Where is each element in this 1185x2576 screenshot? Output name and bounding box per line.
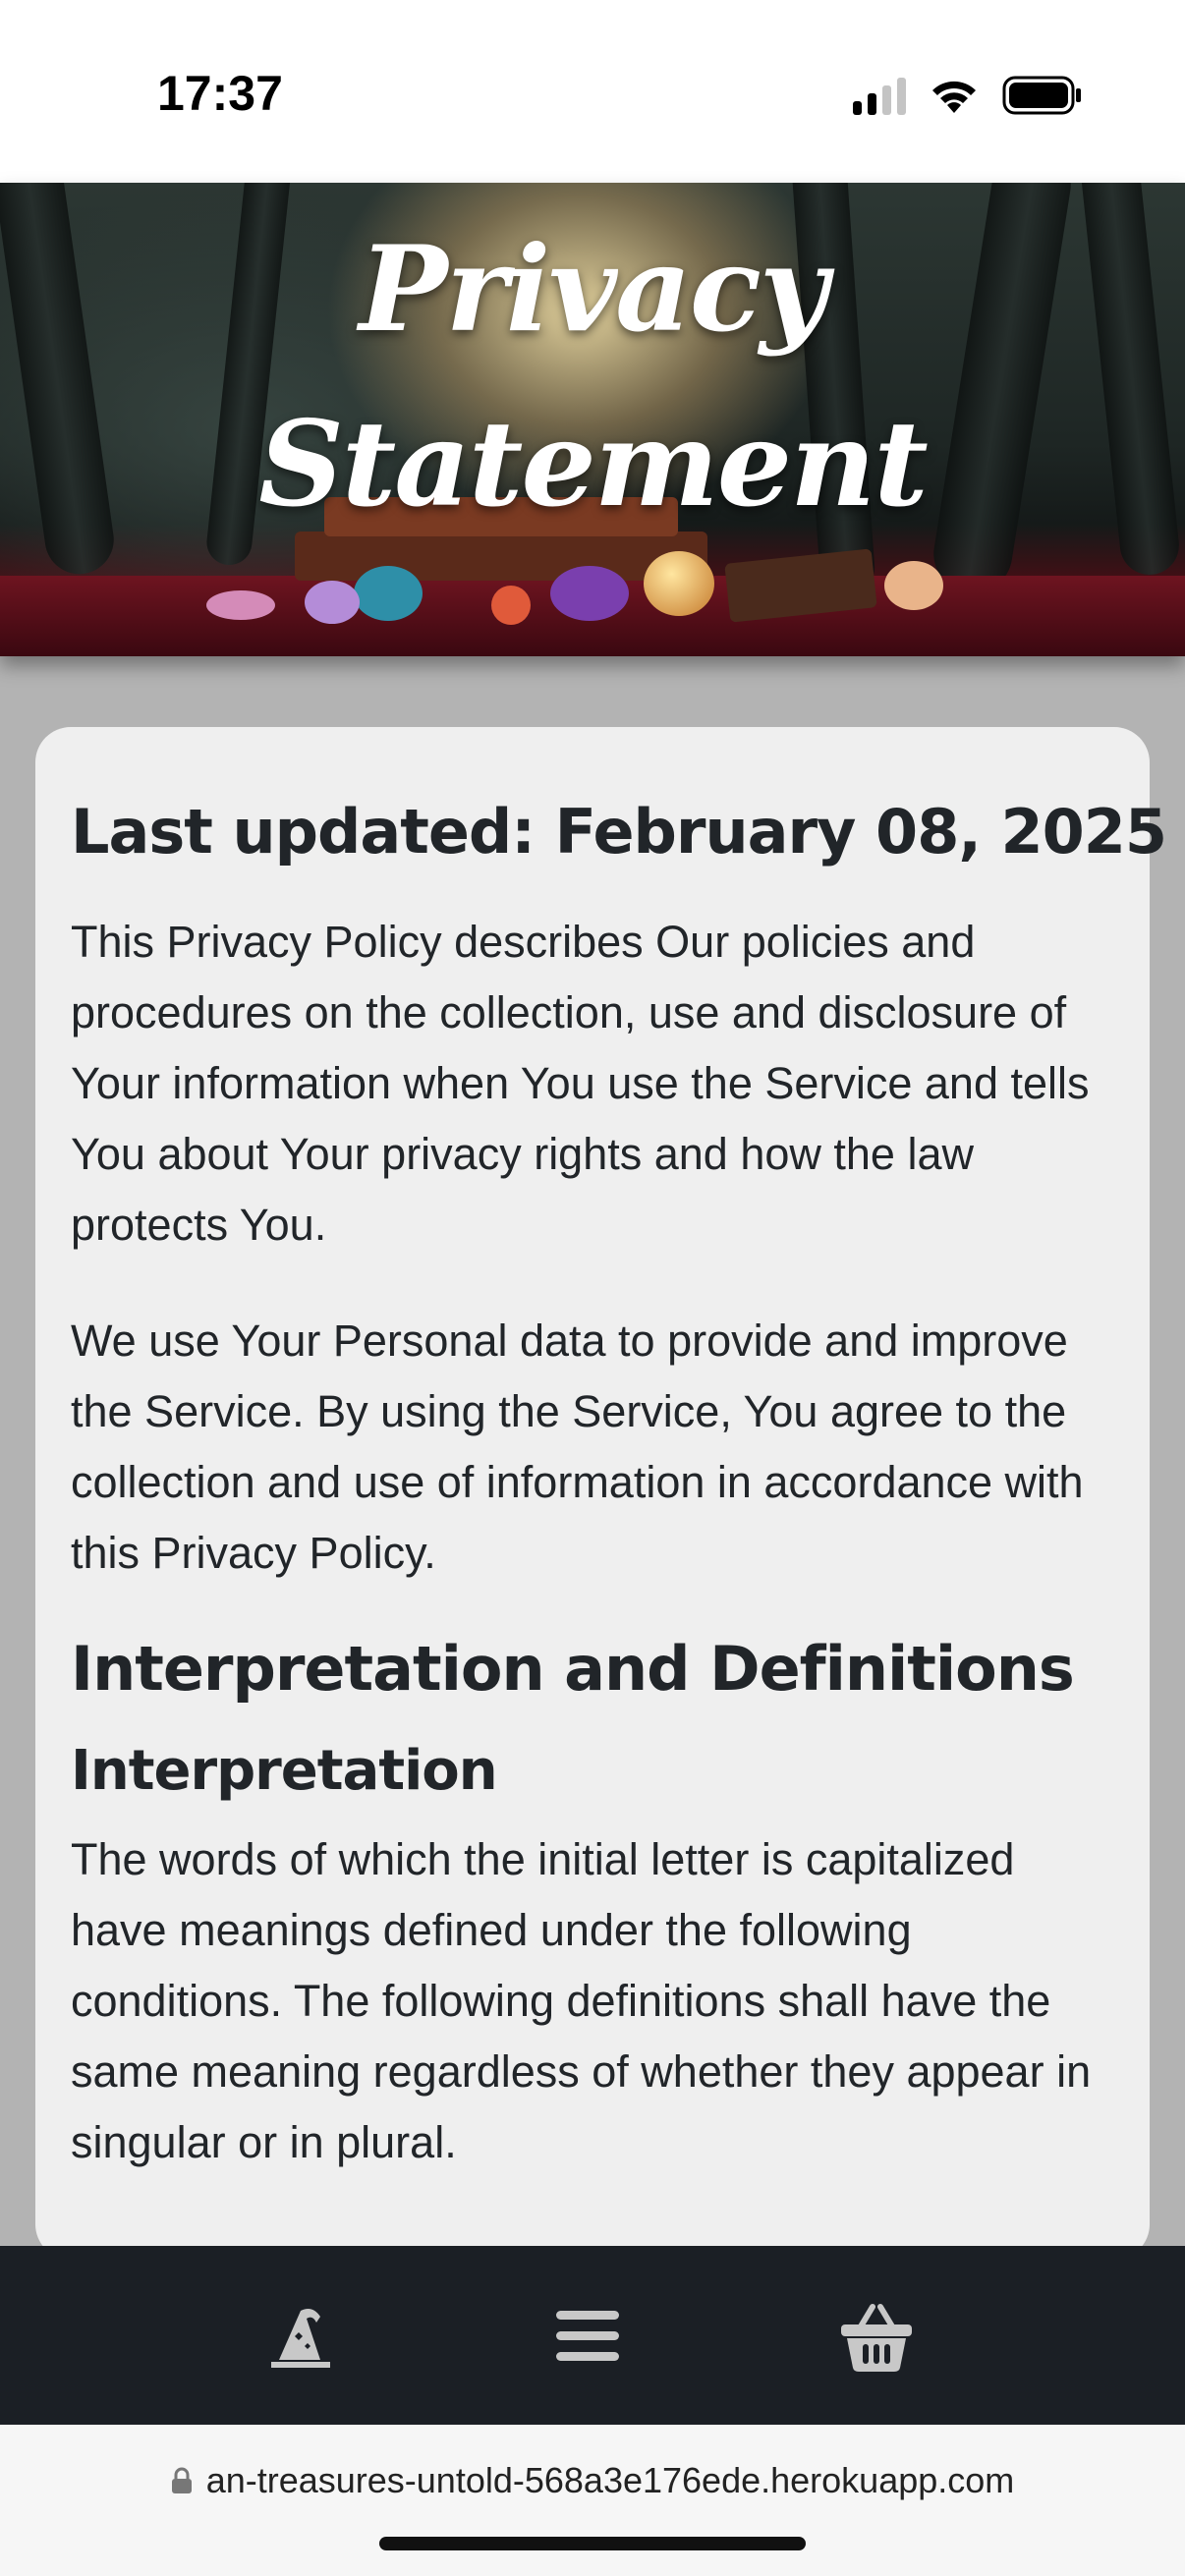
page-title-line-2: Statement (258, 395, 929, 533)
intro-paragraph-2: We use Your Personal data to provide and… (71, 1316, 1084, 1578)
wifi-icon (932, 81, 976, 113)
interpretation-paragraph: The words of which the initial letter is… (71, 1834, 1092, 2167)
section-heading-interpretation-definitions: Interpretation and Definitions (71, 1633, 1075, 1705)
last-updated-heading: Last updated: February 08, 2025 (71, 796, 1167, 868)
nav-menu-button[interactable] (540, 2289, 635, 2383)
url-display[interactable]: an-treasures-untold-568a3e176ede.herokua… (0, 2460, 1185, 2501)
subsection-heading-interpretation: Interpretation (71, 1739, 498, 1803)
status-bar: 17:37 (0, 0, 1185, 183)
basket-icon (841, 2304, 912, 2372)
page-title-line-1: Privacy (359, 220, 827, 359)
menu-icon (556, 2311, 619, 2361)
status-icons (853, 71, 1083, 120)
privacy-content-card: Last updated: February 08, 2025 This Pri… (35, 727, 1167, 2260)
nav-basket-button[interactable] (829, 2289, 924, 2383)
browser-address-bar[interactable]: an-treasures-untold-568a3e176ede.herokua… (0, 2425, 1185, 2576)
bottom-navigation (0, 2246, 1185, 2425)
nav-home-button[interactable] (254, 2289, 348, 2383)
hero-banner: Privacy Statement (0, 183, 1185, 656)
intro-paragraph-1: This Privacy Policy describes Our polici… (71, 917, 1090, 1250)
wizard-hat-icon (271, 2309, 330, 2368)
battery-icon (1002, 76, 1081, 115)
lock-icon (171, 2467, 192, 2493)
status-time: 17:37 (157, 66, 283, 121)
page-title: Privacy Statement (0, 202, 1185, 552)
cellular-signal-icon (853, 76, 906, 115)
url-text: an-treasures-untold-568a3e176ede.herokua… (205, 2460, 1015, 2500)
home-indicator[interactable] (379, 2537, 806, 2550)
